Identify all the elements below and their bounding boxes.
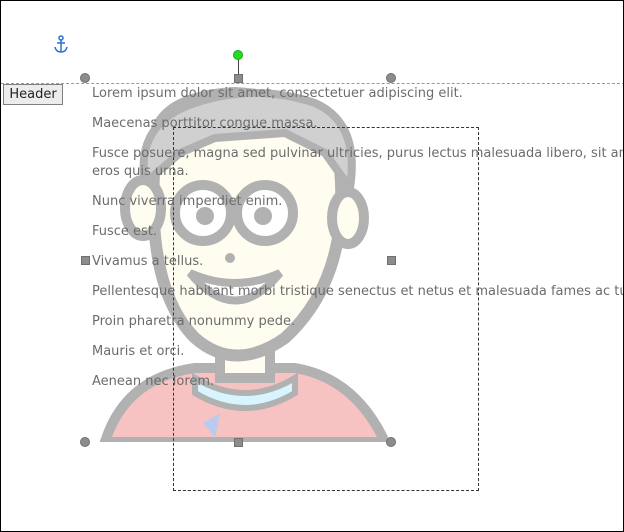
- resize-handle-bottom-right[interactable]: [386, 437, 396, 447]
- body-text[interactable]: Lorem ipsum dolor sit amet, consectetuer…: [92, 85, 623, 403]
- resize-handle-left[interactable]: [81, 256, 90, 265]
- paragraph[interactable]: Nunc viverra imperdiet enim.: [92, 193, 623, 211]
- paragraph[interactable]: Pellentesque habitant morbi tristique se…: [92, 283, 623, 301]
- paragraph[interactable]: Mauris et orci.: [92, 343, 623, 361]
- resize-handle-top-left[interactable]: [80, 73, 90, 83]
- paragraph[interactable]: Proin pharetra nonummy pede.: [92, 313, 623, 331]
- paragraph[interactable]: Vivamus a tellus.: [92, 253, 623, 271]
- resize-handle-top-right[interactable]: [386, 73, 396, 83]
- paragraph-line: eros quis urna.: [92, 164, 189, 179]
- rotate-handle[interactable]: [233, 50, 243, 60]
- resize-handle-top[interactable]: [234, 74, 243, 83]
- paragraph[interactable]: Fusce est.: [92, 223, 623, 241]
- header-tag[interactable]: Header: [3, 84, 63, 105]
- resize-handle-bottom-left[interactable]: [80, 437, 90, 447]
- resize-handle-bottom[interactable]: [234, 438, 243, 447]
- paragraph-line: Fusce posuere, magna sed pulvinar ultric…: [92, 146, 623, 161]
- paragraph[interactable]: Lorem ipsum dolor sit amet, consectetuer…: [92, 85, 623, 103]
- anchor-icon[interactable]: [53, 35, 69, 55]
- paragraph[interactable]: Maecenas porttitor congue massa.: [92, 115, 623, 133]
- document-page[interactable]: Header Lorem ipsum dolor sit amet, conse…: [0, 0, 624, 532]
- paragraph[interactable]: Aenean nec lorem.: [92, 373, 623, 391]
- paragraph[interactable]: Fusce posuere, magna sed pulvinar ultric…: [92, 145, 623, 181]
- rotate-stem: [238, 59, 239, 74]
